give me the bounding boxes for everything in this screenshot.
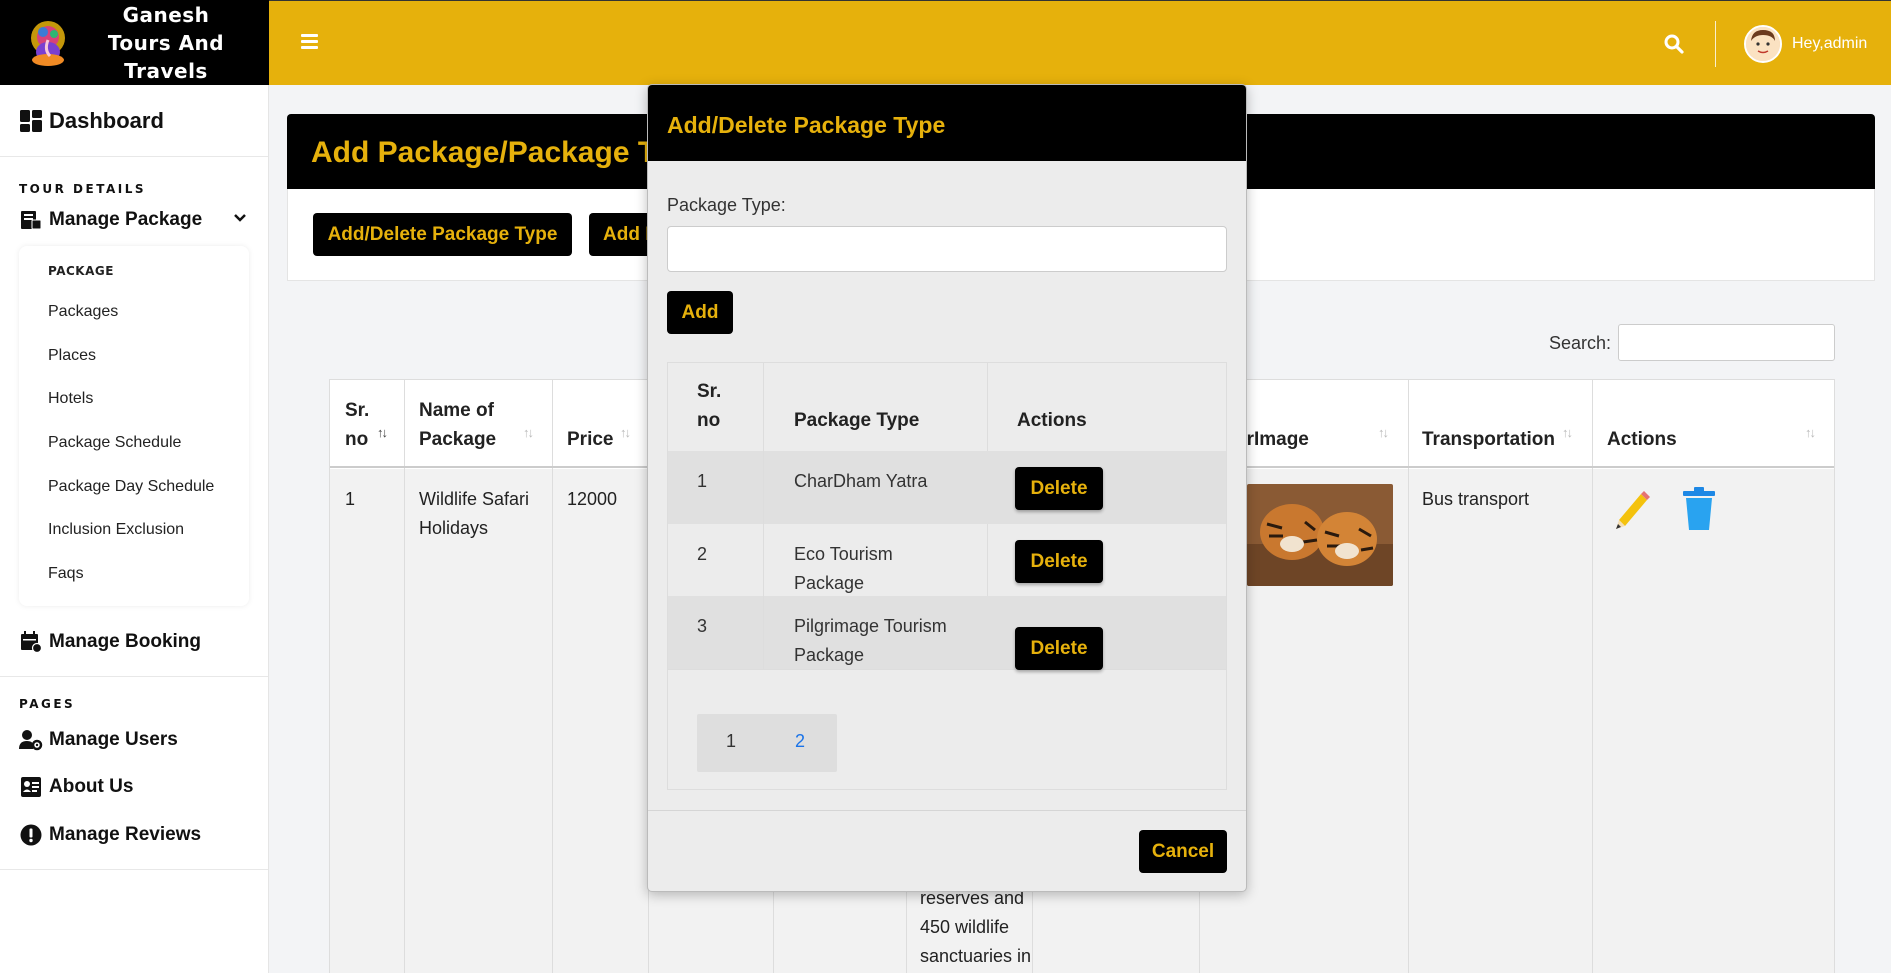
table-row bbox=[668, 596, 1226, 669]
package-type-modal: Add/Delete Package Type Package Type: Ad… bbox=[647, 84, 1247, 892]
submenu-item-package-schedule[interactable]: Package Schedule bbox=[19, 421, 249, 465]
th-package-type: Package Type bbox=[794, 410, 920, 431]
submenu-item-faqs[interactable]: Faqs bbox=[19, 552, 249, 596]
package-type-label: Package Type: bbox=[667, 195, 786, 215]
th-price[interactable]: Price bbox=[567, 425, 613, 454]
th-actions[interactable]: Actions bbox=[1607, 425, 1677, 454]
modal-footer: Cancel bbox=[648, 810, 1246, 891]
sidebar-item-manage-reviews[interactable]: Manage Reviews bbox=[0, 811, 268, 859]
package-type-input[interactable] bbox=[667, 226, 1227, 272]
chevron-down-icon[interactable] bbox=[234, 209, 246, 227]
sidebar-item-label: Manage Reviews bbox=[49, 823, 202, 845]
table-row bbox=[668, 524, 1226, 596]
dashboard-icon bbox=[19, 109, 43, 133]
topbar: Hey,admin bbox=[269, 0, 1891, 85]
sidebar-item-dashboard[interactable]: Dashboard bbox=[0, 85, 268, 157]
sidebar-item-label: About Us bbox=[49, 775, 134, 797]
add-package-type-button[interactable]: Add bbox=[667, 291, 733, 334]
hamburger-menu-icon[interactable] bbox=[301, 34, 318, 52]
delete-button[interactable]: Delete bbox=[1015, 467, 1103, 510]
sort-icon[interactable]: ↑↓ bbox=[377, 425, 388, 440]
sort-icon[interactable]: ↑↓ bbox=[1378, 425, 1389, 440]
table-row bbox=[668, 451, 1226, 524]
th-srno[interactable]: Sr. no bbox=[345, 396, 369, 454]
search-icon[interactable] bbox=[1664, 34, 1684, 59]
page-1[interactable]: 1 bbox=[726, 731, 736, 752]
submenu-item-places[interactable]: Places bbox=[19, 334, 249, 378]
avatar[interactable] bbox=[1744, 25, 1782, 63]
modal-header: Add/Delete Package Type bbox=[648, 85, 1246, 161]
sidebar-item-about-us[interactable]: About Us bbox=[0, 763, 268, 811]
page-2-link[interactable]: 2 bbox=[795, 731, 805, 752]
th-transportation[interactable]: Transportation bbox=[1422, 425, 1555, 454]
cell-package-name: Wildlife Safari Holidays bbox=[419, 489, 530, 538]
package-submenu: PACKAGE Packages Places Hotels Package S… bbox=[19, 246, 249, 606]
brand-name[interactable]: Ganesh Tours And Travels bbox=[101, 1, 231, 85]
ganesh-logo bbox=[26, 18, 70, 68]
topbar-divider bbox=[1715, 21, 1716, 67]
search-label: Search: bbox=[1549, 333, 1612, 353]
sidebar-item-label: Manage Booking bbox=[49, 630, 202, 652]
cell-package-type: Eco Tourism Package bbox=[794, 544, 893, 593]
user-gear-icon bbox=[19, 728, 43, 752]
th-srno: Sr. no bbox=[697, 381, 722, 431]
sort-icon[interactable]: ↑↓ bbox=[1805, 425, 1816, 440]
sidebar-item-manage-booking[interactable]: Manage Booking bbox=[0, 618, 268, 666]
th-actions: Actions bbox=[1017, 410, 1087, 431]
tiger-image bbox=[1247, 484, 1393, 586]
sort-icon[interactable]: ↑↓ bbox=[620, 425, 631, 440]
cell-srno: 1 bbox=[345, 489, 356, 509]
greeting-text[interactable]: Hey,admin bbox=[1792, 35, 1867, 53]
sidebar-item-manage-users[interactable]: Manage Users bbox=[0, 717, 268, 763]
cell-srno: 2 bbox=[697, 544, 708, 564]
brand: Ganesh Tours And Travels bbox=[0, 0, 269, 85]
delete-button[interactable]: Delete bbox=[1015, 540, 1103, 583]
th-name-of-package[interactable]: Name of Package bbox=[419, 396, 496, 454]
delete-button[interactable]: Delete bbox=[1015, 627, 1103, 670]
submenu-heading: PACKAGE bbox=[48, 264, 114, 278]
package-type-table: Sr. no Package Type Actions 1 CharDham Ya… bbox=[667, 362, 1227, 790]
submenu-item-inclusion-exclusion[interactable]: Inclusion Exclusion bbox=[19, 508, 249, 552]
sidebar-item-manage-package[interactable]: Manage Package bbox=[0, 200, 268, 240]
modal-title: Add/Delete Package Type bbox=[667, 112, 946, 138]
sort-icon[interactable]: ↑↓ bbox=[1562, 425, 1573, 440]
edit-pencil-icon[interactable] bbox=[1611, 488, 1653, 535]
package-icon bbox=[19, 208, 43, 232]
search-input[interactable] bbox=[1618, 324, 1835, 361]
submenu-item-package-day-schedule[interactable]: Package Day Schedule bbox=[19, 465, 249, 509]
pagination: 1 2 bbox=[697, 714, 837, 772]
cell-package-type: CharDham Yatra bbox=[794, 471, 928, 491]
page-title: Add Package/Package Ty bbox=[311, 136, 671, 169]
cell-srno: 1 bbox=[697, 471, 708, 491]
id-card-icon bbox=[19, 775, 43, 799]
cell-transportation: Bus transport bbox=[1422, 489, 1530, 509]
sidebar-item-label: Dashboard bbox=[49, 107, 164, 133]
submenu-item-hotels[interactable]: Hotels bbox=[19, 377, 249, 421]
cell-price: 12000 bbox=[567, 489, 618, 509]
sidebar-item-label: Manage Users bbox=[49, 728, 178, 750]
exclamation-circle-icon bbox=[19, 823, 43, 847]
sidebar-item-label: Manage Package bbox=[49, 209, 203, 230]
cell-description: reserves and 450 wildlife sanctuaries in bbox=[920, 888, 1032, 966]
sort-icon[interactable]: ↑↓ bbox=[523, 425, 534, 440]
booking-icon bbox=[19, 630, 43, 654]
section-label-pages: PAGES bbox=[19, 696, 76, 711]
cell-srno: 3 bbox=[697, 616, 708, 636]
delete-trash-icon[interactable] bbox=[1681, 487, 1717, 536]
sidebar: Dashboard TOUR DETAILS Manage Package PA… bbox=[0, 85, 269, 973]
add-delete-package-type-button[interactable]: Add/Delete Package Type bbox=[313, 213, 572, 256]
section-label-tour-details: TOUR DETAILS bbox=[19, 182, 147, 196]
cell-package-type: Pilgrimage Tourism Package bbox=[794, 616, 947, 665]
cancel-button[interactable]: Cancel bbox=[1139, 830, 1227, 873]
submenu-item-packages[interactable]: Packages bbox=[19, 290, 249, 334]
